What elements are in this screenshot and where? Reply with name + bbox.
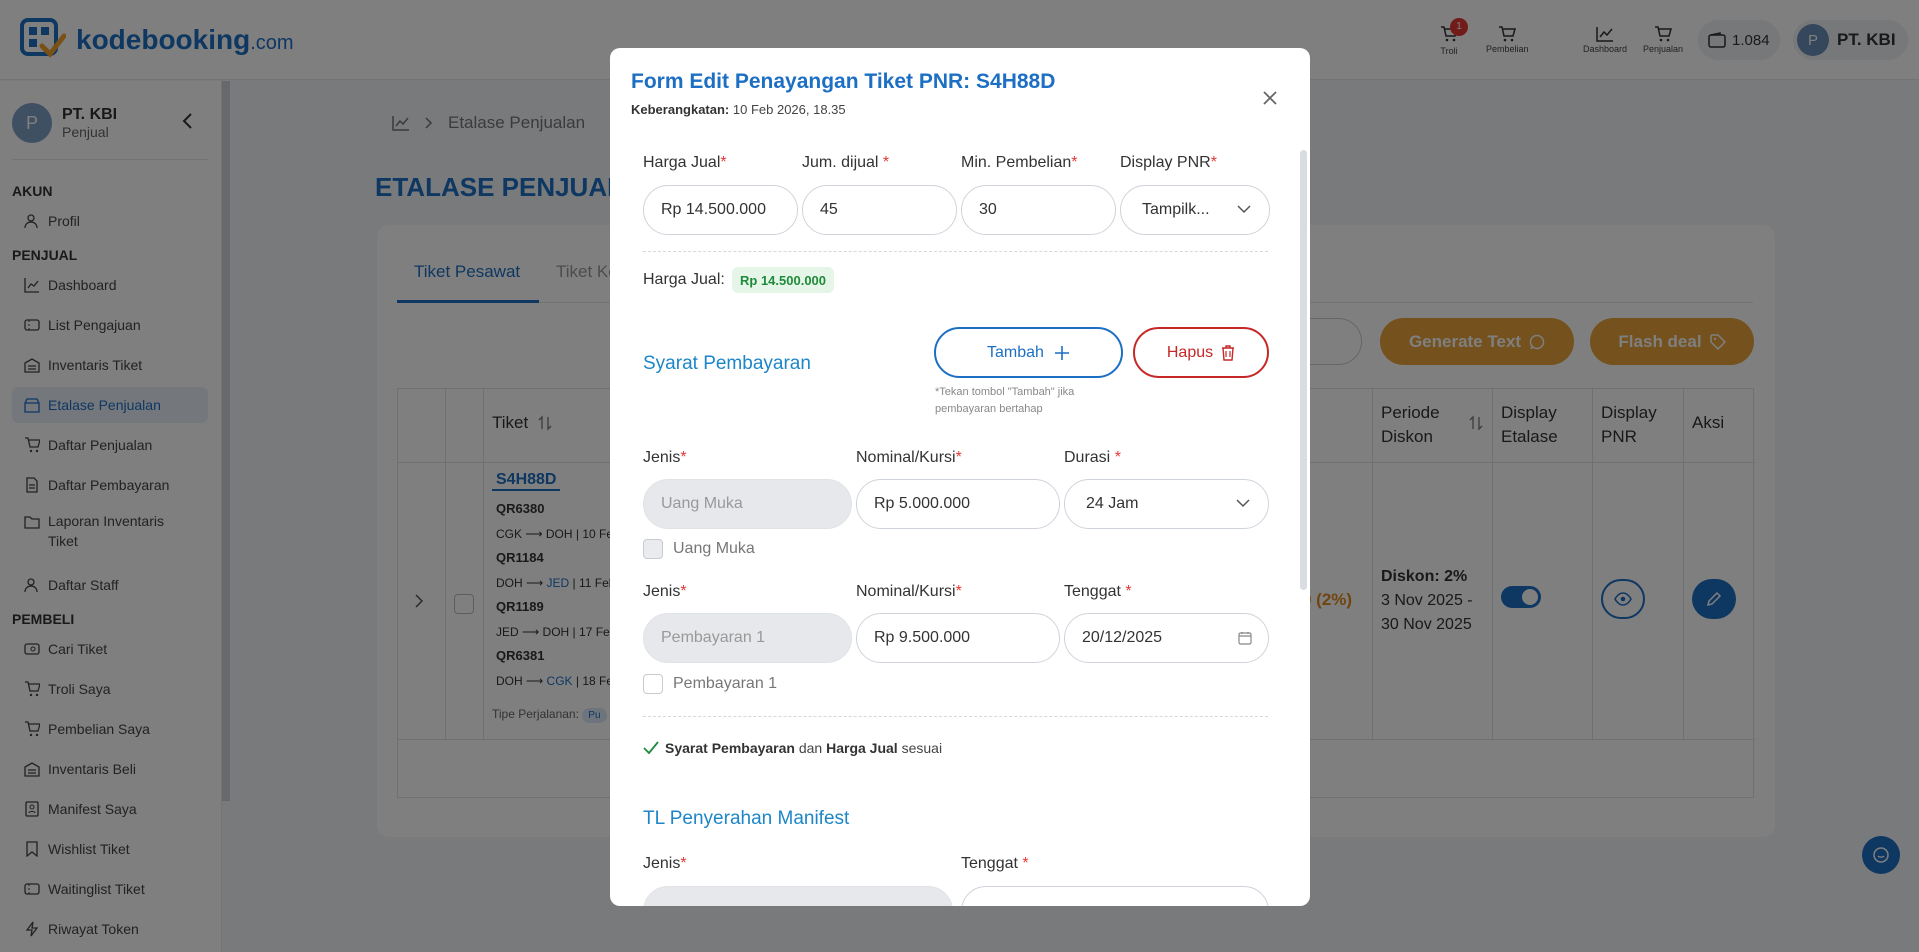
validation-part: Syarat Pembayaran xyxy=(665,740,795,756)
validation-part: sesuai xyxy=(901,740,943,756)
label-text: Min. Pembelian xyxy=(961,154,1072,171)
durasi-select[interactable]: 24 Jam xyxy=(1064,479,1269,529)
display-pnr-label: Display PNR* xyxy=(1120,154,1217,171)
tenggat-label: Tenggat * xyxy=(1064,583,1132,600)
uang-muka-checkbox[interactable]: Uang Muka xyxy=(643,539,755,559)
manifest-jenis-label: Jenis* xyxy=(643,855,687,872)
harga-jual-summary-badge: Rp 14.500.000 xyxy=(732,267,835,293)
jenis-input: Pembayaran 1 xyxy=(643,613,852,663)
label-text: Nominal/Kursi xyxy=(856,583,956,600)
display-pnr-value: Tampilk... xyxy=(1142,201,1210,218)
modal-title: Form Edit Penayangan Tiket PNR: S4H88D xyxy=(631,70,1056,93)
nominal-label: Nominal/Kursi* xyxy=(856,449,962,466)
jum-dijual-label: Jum. dijual * xyxy=(802,154,890,171)
harga-jual-label: Harga Jual* xyxy=(643,154,727,171)
chevron-down-icon xyxy=(1236,499,1250,508)
label-text: Jenis xyxy=(643,583,681,600)
min-pembelian-label: Min. Pembelian* xyxy=(961,154,1078,171)
durasi-value: 24 Jam xyxy=(1086,495,1139,512)
tenggat-date-input[interactable]: 20/12/2025 xyxy=(1064,613,1269,663)
label-text: Display PNR xyxy=(1120,154,1211,171)
departure-label: Keberangkatan: xyxy=(631,102,730,117)
label-text: Tenggat xyxy=(961,855,1023,872)
durasi-label: Durasi * xyxy=(1064,449,1121,466)
label-text: Harga Jual xyxy=(643,154,721,171)
validation-message: Syarat Pembayaran dan Harga Jual sesuai xyxy=(643,740,942,756)
tambah-label: Tambah xyxy=(987,343,1044,361)
tambah-hint: *Tekan tombol "Tambah" jika pembayaran b… xyxy=(935,386,1075,415)
label-text: Jenis xyxy=(643,449,681,466)
label-text: Tenggat xyxy=(1064,583,1126,600)
validation-part: dan xyxy=(798,740,823,756)
manifest-jenis-input xyxy=(643,886,953,906)
checkbox-box[interactable] xyxy=(643,539,663,559)
pembayaran-1-checkbox[interactable]: Pembayaran 1 xyxy=(643,674,777,694)
trash-icon xyxy=(1222,344,1235,361)
checkbox-box[interactable] xyxy=(643,674,663,694)
jenis-label: Jenis* xyxy=(643,449,687,466)
manifest-tenggat-label: Tenggat * xyxy=(961,855,1029,872)
jum-dijual-input[interactable]: 45 xyxy=(802,185,957,235)
jenis-label: Jenis* xyxy=(643,583,687,600)
label-text: Nominal/Kursi xyxy=(856,449,956,466)
hapus-button[interactable]: Hapus xyxy=(1133,327,1269,378)
close-icon[interactable] xyxy=(1260,88,1280,108)
edit-penayangan-modal: Form Edit Penayangan Tiket PNR: S4H88D K… xyxy=(610,48,1310,906)
manifest-title: TL Penyerahan Manifest xyxy=(643,808,850,829)
label-text: Durasi xyxy=(1064,449,1115,466)
nominal-input[interactable]: Rp 5.000.000 xyxy=(856,479,1060,529)
display-pnr-select[interactable]: Tampilk... xyxy=(1120,185,1270,235)
modal-subtitle: Keberangkatan: 10 Feb 2026, 18.35 xyxy=(631,102,846,117)
hapus-label: Hapus xyxy=(1166,343,1214,361)
harga-jual-summary-label: Harga Jual: xyxy=(643,271,725,288)
checkbox-label: Pembayaran 1 xyxy=(673,675,778,692)
departure-value: 10 Feb 2026, 18.35 xyxy=(732,102,846,117)
jenis-input: Uang Muka xyxy=(643,479,852,529)
syarat-pembayaran-title: Syarat Pembayaran xyxy=(643,353,811,374)
tambah-button[interactable]: Tambah xyxy=(934,327,1123,378)
min-pembelian-input[interactable]: 30 xyxy=(961,185,1116,235)
modal-scrollbar[interactable] xyxy=(1300,150,1307,590)
check-icon xyxy=(643,741,659,755)
manifest-tenggat-input[interactable] xyxy=(961,886,1269,906)
calendar-icon[interactable] xyxy=(1238,631,1252,645)
checkbox-label: Uang Muka xyxy=(673,540,755,557)
label-text: Jenis xyxy=(643,855,681,872)
nominal-label: Nominal/Kursi* xyxy=(856,583,962,600)
label-text: Jum. dijual xyxy=(802,154,883,171)
validation-part: Harga Jual xyxy=(826,740,898,756)
plus-icon xyxy=(1054,345,1069,360)
nominal-input[interactable]: Rp 9.500.000 xyxy=(856,613,1060,663)
tenggat-value: 20/12/2025 xyxy=(1082,629,1163,646)
harga-jual-input[interactable]: Rp 14.500.000 xyxy=(643,185,798,235)
chevron-down-icon xyxy=(1237,205,1251,214)
